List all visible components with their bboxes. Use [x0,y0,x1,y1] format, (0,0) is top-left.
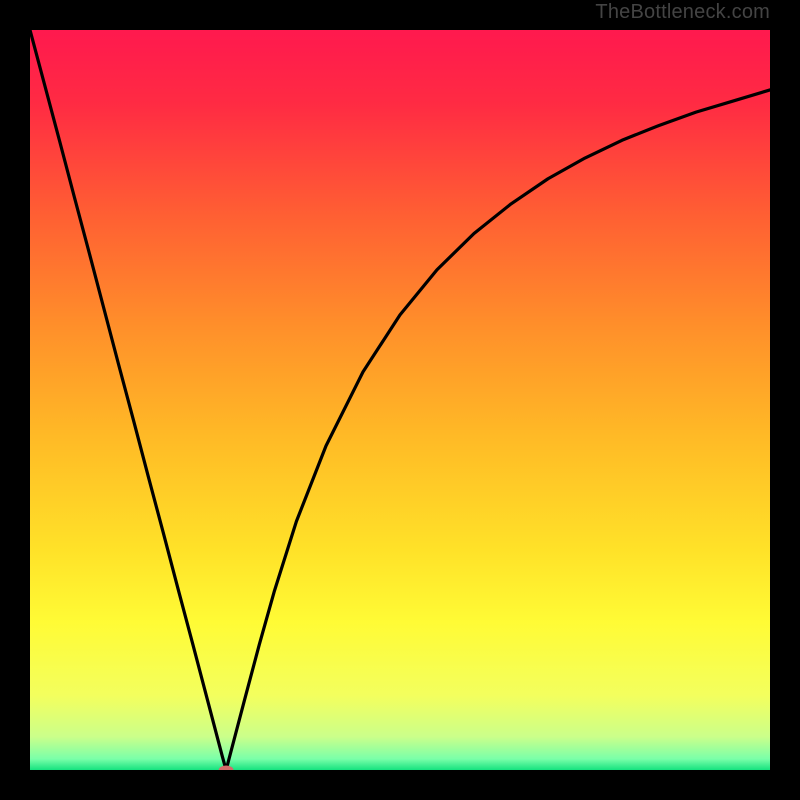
plot-area [30,30,770,770]
minimum-marker [219,766,234,770]
watermark-text: TheBottleneck.com [595,1,770,24]
bottleneck-curve [30,30,770,770]
curve-layer [30,30,770,770]
chart-frame: TheBottleneck.com [0,0,800,800]
